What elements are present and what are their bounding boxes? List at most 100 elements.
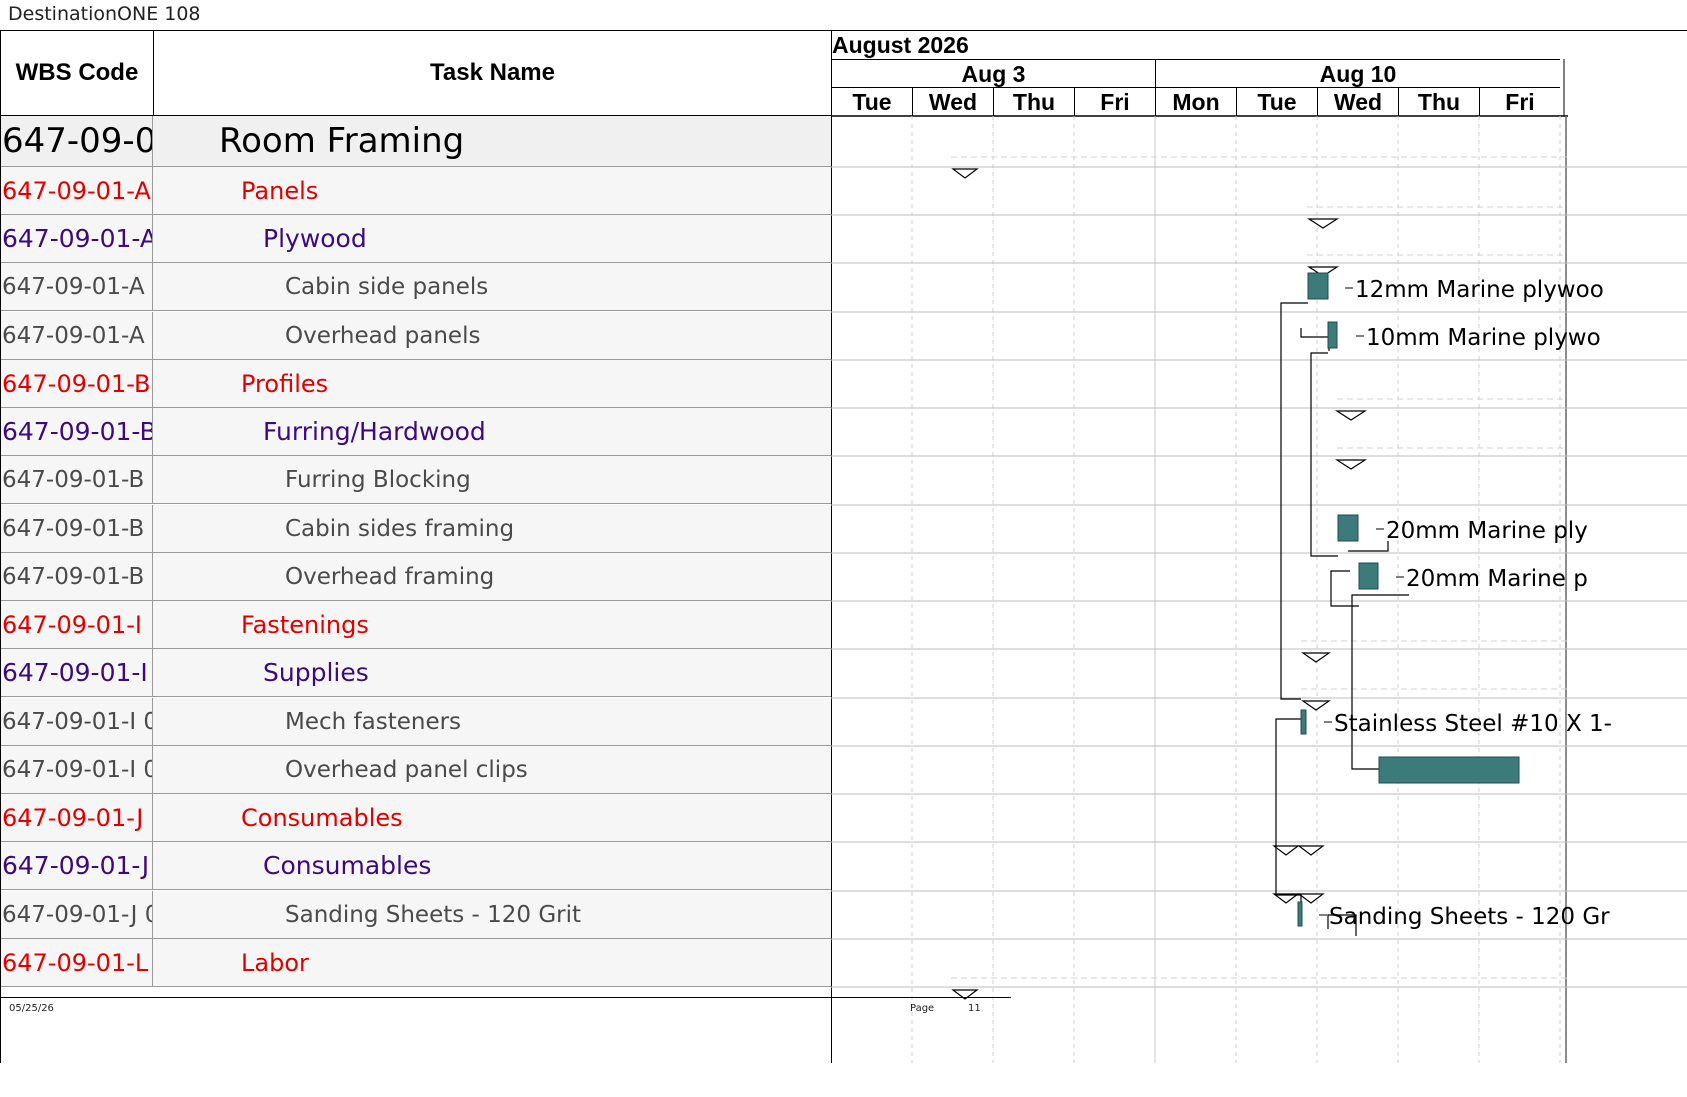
task-bar: [1337, 514, 1359, 542]
wbs-code-text: 647-09-01-I 01: [2, 708, 152, 735]
task-row[interactable]: 647-09-01-A 01 Cabin side panels: [1, 263, 831, 311]
wbs-code-cell[interactable]: 647-09-01-A 01: [1, 312, 153, 359]
wbs-code-text: 647-09-01-L: [2, 948, 149, 977]
footer-divider: [0, 997, 1011, 998]
task-name-text: Cabin side panels: [285, 273, 489, 300]
task-row[interactable]: 647-09-01-I 01 Overhead panel clips: [1, 746, 831, 794]
summary-triangle-icon: [1297, 845, 1325, 856]
wbs-code-cell[interactable]: 647-09-01-I 01: [1, 698, 153, 745]
task-name-text: Furring Blocking: [285, 466, 471, 493]
footer-page-number: 11: [968, 1003, 981, 1014]
bar-label: 20mm Marine p: [1406, 566, 1588, 592]
task-row[interactable]: 647-09-01-B Profiles: [1, 360, 831, 408]
task-name-cell[interactable]: Overhead framing: [153, 553, 831, 600]
wbs-code-cell[interactable]: 647-09-01-B: [1, 360, 153, 407]
task-row[interactable]: 647-09-01-B 0 Furring/Hardwood: [1, 408, 831, 456]
task-bar: [1378, 756, 1520, 784]
task-row[interactable]: 647-09-01-I Fastenings: [1, 601, 831, 649]
bar-label: Stainless Steel #10 X 1-: [1334, 711, 1612, 737]
task-row[interactable]: 647-09-01 Room Framing: [1, 116, 831, 167]
task-name-text: Furring/Hardwood: [263, 417, 486, 446]
task-name-text: Profiles: [241, 369, 329, 398]
task-name-cell[interactable]: Panels: [153, 167, 831, 214]
task-name-cell[interactable]: Room Framing: [153, 116, 831, 166]
task-row[interactable]: 647-09-01-A 0 Plywood: [1, 215, 831, 263]
summary-triangle-icon: [1301, 652, 1331, 663]
task-bar: [1358, 562, 1379, 590]
wbs-code-header[interactable]: WBS Code: [1, 31, 154, 116]
document-title: DestinationONE 108: [8, 3, 201, 25]
task-row[interactable]: 647-09-01-A Panels: [1, 167, 831, 215]
wbs-code-text: 647-09-01-A 01: [2, 322, 152, 349]
task-row[interactable]: 647-09-01-J 01 Sanding Sheets - 120 Grit: [1, 891, 831, 939]
task-name-cell[interactable]: Overhead panel clips: [153, 746, 831, 793]
task-name-cell[interactable]: Mech fasteners: [153, 698, 831, 745]
task-name-cell[interactable]: Cabin side panels: [153, 263, 831, 310]
task-name-cell[interactable]: Profiles: [153, 360, 831, 407]
task-row[interactable]: 647-09-01-B 01 Cabin sides framing: [1, 505, 831, 553]
wbs-code-text: 647-09-01-B 01: [2, 466, 152, 493]
task-name-text: Overhead panel clips: [285, 756, 528, 783]
task-name-cell[interactable]: Furring/Hardwood: [153, 408, 831, 455]
task-table: WBS Code Task Name 647-09-01 Room Framing…: [0, 31, 832, 1063]
task-row[interactable]: 647-09-01-L Labor: [1, 939, 831, 987]
task-row[interactable]: 647-09-01-B 01 Overhead framing: [1, 553, 831, 601]
task-row[interactable]: 647-09-01-I 01 Mech fasteners: [1, 698, 831, 746]
task-name-cell[interactable]: Supplies: [153, 649, 831, 696]
task-name-cell[interactable]: Plywood: [153, 215, 831, 262]
wbs-code-text: 647-09-01-B 01: [2, 563, 152, 590]
task-row[interactable]: 647-09-01-I 0 Supplies: [1, 649, 831, 697]
task-row[interactable]: 647-09-01-J Consumables: [1, 794, 831, 842]
wbs-code-cell[interactable]: 647-09-01-B 01: [1, 505, 153, 552]
summary-triangle-icon: [1334, 459, 1368, 470]
wbs-code-text: 647-09-01-J 01: [2, 901, 152, 928]
bar-label: 10mm Marine plywo: [1366, 325, 1601, 351]
wbs-code-cell[interactable]: 647-09-01-I: [1, 601, 153, 648]
task-name-text: Cabin sides framing: [285, 515, 515, 542]
summary-triangle-icon: [1272, 845, 1300, 856]
wbs-code-cell[interactable]: 647-09-01-A 01: [1, 263, 153, 310]
task-row[interactable]: 647-09-01-B 01 Furring Blocking: [1, 456, 831, 504]
wbs-code-text: 647-09-01-I 0: [2, 658, 152, 687]
wbs-code-cell[interactable]: 647-09-01-I 0: [1, 649, 153, 696]
task-name-text: Overhead framing: [285, 563, 495, 590]
wbs-code-text: 647-09-01-B 01: [2, 515, 152, 542]
wbs-code-cell[interactable]: 647-09-01-J 0: [1, 842, 153, 889]
wbs-code-cell[interactable]: 647-09-01-B 0: [1, 408, 153, 455]
gantt-bars: 12mm Marine plywoo 10mm Marine plywo 20mm …: [831, 59, 1687, 1063]
task-name-cell[interactable]: Labor: [153, 939, 831, 986]
task-name-text: Consumables: [241, 803, 403, 832]
wbs-code-cell[interactable]: 647-09-01-B 01: [1, 553, 153, 600]
wbs-code-cell[interactable]: 647-09-01: [1, 116, 153, 166]
task-row[interactable]: 647-09-01-J 0 Consumables: [1, 842, 831, 890]
wbs-code-text: 647-09-01-A: [2, 176, 151, 205]
task-name-cell[interactable]: Consumables: [153, 842, 831, 889]
wbs-code-text: 647-09-01-B 0: [2, 417, 153, 446]
bar-label: 20mm Marine ply: [1386, 518, 1588, 544]
wbs-code-cell[interactable]: 647-09-01-A 0: [1, 215, 153, 262]
dependency-link: [1348, 541, 1389, 552]
task-name-cell[interactable]: Consumables: [153, 794, 831, 841]
task-name-text: Sanding Sheets - 120 Grit: [285, 901, 582, 928]
bar-label: Sanding Sheets - 120 Gr: [1329, 904, 1610, 930]
wbs-code-cell[interactable]: 647-09-01-J: [1, 794, 153, 841]
task-name-header[interactable]: Task Name: [154, 31, 831, 116]
wbs-code-cell[interactable]: 647-09-01-B 01: [1, 456, 153, 503]
summary-triangle-icon: [951, 168, 979, 179]
task-row[interactable]: 647-09-01-A 01 Overhead panels: [1, 312, 831, 360]
task-name-cell[interactable]: Cabin sides framing: [153, 505, 831, 552]
task-name-cell[interactable]: Sanding Sheets - 120 Grit: [153, 891, 831, 938]
task-name-cell[interactable]: Overhead panels: [153, 312, 831, 359]
wbs-code-cell[interactable]: 647-09-01-I 01: [1, 746, 153, 793]
wbs-code-cell[interactable]: 647-09-01-J 01: [1, 891, 153, 938]
task-name-text: Plywood: [263, 224, 367, 253]
dependency-link: [1300, 328, 1330, 351]
task-name-cell[interactable]: Fastenings: [153, 601, 831, 648]
task-bar: [1300, 709, 1307, 735]
wbs-code-text: 647-09-01: [2, 121, 152, 161]
task-name-cell[interactable]: Furring Blocking: [153, 456, 831, 503]
wbs-code-cell[interactable]: 647-09-01-A: [1, 167, 153, 214]
dependency-link: [1280, 302, 1308, 700]
wbs-code-cell[interactable]: 647-09-01-L: [1, 939, 153, 986]
wbs-code-text: 647-09-01-J 0: [2, 851, 152, 880]
